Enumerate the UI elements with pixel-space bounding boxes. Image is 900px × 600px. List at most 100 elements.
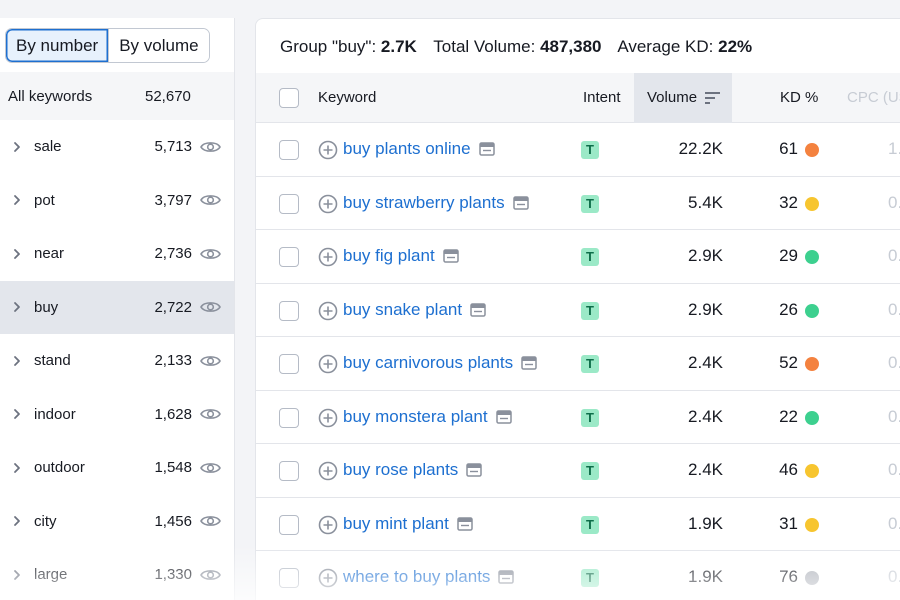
cpc-column-header[interactable]: CPC (US bbox=[847, 73, 900, 123]
keyword-link[interactable]: buy strawberry plants bbox=[343, 193, 529, 213]
table-header: Keyword Intent Volume KD % CPC (US bbox=[256, 73, 900, 123]
serp-preview-icon[interactable] bbox=[466, 463, 483, 477]
eye-icon[interactable] bbox=[200, 568, 221, 582]
group-name: city bbox=[34, 512, 57, 530]
group-item-stand[interactable]: stand 2,133 bbox=[0, 334, 234, 388]
kd-column-header[interactable]: KD % bbox=[780, 73, 818, 123]
add-keyword-icon[interactable] bbox=[318, 354, 338, 374]
volume-column-label: Volume bbox=[647, 89, 698, 106]
keyword-link[interactable]: buy snake plant bbox=[343, 300, 486, 320]
group-count: 1,330 bbox=[154, 566, 192, 584]
keyword-column-header[interactable]: Keyword bbox=[318, 73, 376, 123]
cpc-value: 0. bbox=[888, 513, 900, 533]
average-kd-value: 22% bbox=[718, 37, 753, 56]
serp-preview-icon[interactable] bbox=[498, 570, 515, 584]
chevron-right-icon[interactable] bbox=[11, 248, 23, 260]
chevron-right-icon[interactable] bbox=[11, 194, 23, 206]
row-checkbox[interactable] bbox=[279, 407, 299, 428]
eye-icon[interactable] bbox=[200, 247, 221, 261]
add-keyword-icon[interactable] bbox=[318, 408, 338, 428]
serp-preview-icon[interactable] bbox=[457, 516, 473, 531]
row-checkbox[interactable] bbox=[279, 514, 299, 535]
group-item-buy[interactable]: buy 2,722 bbox=[0, 280, 234, 334]
keyword-link[interactable]: buy fig plant bbox=[343, 246, 459, 266]
group-count: 2,736 bbox=[154, 245, 192, 263]
keyword-link[interactable]: buy plants online bbox=[343, 139, 495, 159]
average-kd-label: Average KD: bbox=[617, 37, 714, 56]
chevron-right-icon[interactable] bbox=[11, 515, 23, 527]
chevron-right-icon[interactable] bbox=[11, 408, 23, 420]
kd-value: 22 bbox=[779, 406, 798, 426]
kd-difficulty-dot bbox=[805, 357, 819, 371]
eye-icon[interactable] bbox=[200, 193, 221, 207]
select-all-checkbox[interactable] bbox=[279, 88, 299, 108]
add-keyword-icon[interactable] bbox=[318, 194, 338, 214]
eye-icon[interactable] bbox=[200, 140, 221, 154]
serp-preview-icon[interactable] bbox=[512, 195, 529, 210]
group-count: 2,133 bbox=[154, 352, 192, 370]
all-keywords-row[interactable]: All keywords 52,670 bbox=[0, 72, 234, 120]
serp-preview-icon[interactable] bbox=[478, 142, 495, 156]
add-keyword-icon[interactable] bbox=[318, 461, 338, 481]
keyword-text: buy strawberry plants bbox=[343, 192, 505, 212]
kd-value: 76 bbox=[779, 567, 798, 586]
add-keyword-icon[interactable] bbox=[318, 140, 338, 160]
total-volume-label: Total Volume: bbox=[433, 37, 536, 56]
group-item-pot[interactable]: pot 3,797 bbox=[0, 174, 234, 228]
row-checkbox[interactable] bbox=[279, 247, 299, 267]
chevron-right-icon[interactable] bbox=[11, 569, 23, 581]
row-checkbox[interactable] bbox=[279, 568, 299, 588]
serp-preview-icon[interactable] bbox=[442, 249, 459, 263]
group-item-large[interactable]: large 1,330 bbox=[0, 548, 234, 600]
group-item-near[interactable]: near 2,736 bbox=[0, 227, 234, 281]
kd-value: 31 bbox=[779, 513, 798, 533]
kd-value: 26 bbox=[779, 299, 798, 319]
keyword-text: buy plants online bbox=[343, 139, 471, 158]
by-volume-button[interactable]: By volume bbox=[108, 29, 209, 62]
cpc-value: 0. bbox=[888, 192, 900, 212]
row-checkbox[interactable] bbox=[279, 461, 299, 481]
add-keyword-icon[interactable] bbox=[318, 568, 338, 588]
keyword-link[interactable]: buy monstera plant bbox=[343, 407, 512, 427]
volume-column-header[interactable]: Volume bbox=[634, 73, 732, 123]
chevron-right-icon[interactable] bbox=[11, 301, 23, 313]
eye-icon[interactable] bbox=[200, 461, 221, 475]
intent-column-header[interactable]: Intent bbox=[583, 73, 621, 123]
group-name: outdoor bbox=[34, 459, 85, 477]
by-number-button[interactable]: By number bbox=[6, 29, 109, 62]
eye-icon[interactable] bbox=[200, 514, 221, 528]
table-row: buy strawberry plants T 5.4K 32 0. bbox=[256, 177, 900, 230]
kd-value: 46 bbox=[779, 460, 798, 479]
row-checkbox[interactable] bbox=[279, 354, 299, 374]
serp-preview-icon[interactable] bbox=[495, 409, 512, 424]
cpc-value: 0. bbox=[888, 406, 900, 426]
group-item-outdoor[interactable]: outdoor 1,548 bbox=[0, 441, 234, 495]
kd-difficulty-dot bbox=[805, 410, 819, 425]
serp-preview-icon[interactable] bbox=[470, 302, 486, 317]
keyword-link[interactable]: buy carnivorous plants bbox=[343, 353, 537, 373]
total-volume-value: 487,380 bbox=[540, 37, 602, 56]
row-checkbox[interactable] bbox=[279, 193, 299, 214]
chevron-right-icon[interactable] bbox=[11, 355, 23, 367]
group-item-city[interactable]: city 1,456 bbox=[0, 495, 234, 549]
chevron-right-icon[interactable] bbox=[11, 141, 23, 153]
row-checkbox[interactable] bbox=[279, 300, 299, 321]
add-keyword-icon[interactable] bbox=[318, 515, 338, 535]
keyword-link[interactable]: buy mint plant bbox=[343, 514, 473, 534]
group-count: 5,713 bbox=[154, 138, 192, 156]
add-keyword-icon[interactable] bbox=[318, 247, 338, 267]
keyword-text: buy carnivorous plants bbox=[343, 353, 514, 372]
eye-icon[interactable] bbox=[200, 407, 221, 421]
keyword-link[interactable]: buy rose plants bbox=[343, 460, 483, 480]
add-keyword-icon[interactable] bbox=[318, 301, 338, 321]
group-item-sale[interactable]: sale 5,713 bbox=[0, 120, 234, 174]
keyword-link[interactable]: where to buy plants bbox=[343, 567, 515, 587]
chevron-right-icon[interactable] bbox=[11, 462, 23, 474]
row-checkbox[interactable] bbox=[279, 140, 299, 160]
eye-icon[interactable] bbox=[200, 354, 221, 368]
serp-preview-icon[interactable] bbox=[521, 356, 537, 370]
table-row: buy mint plant T 1.9K 31 0. bbox=[256, 498, 900, 551]
eye-icon[interactable] bbox=[200, 300, 221, 314]
intent-badge: T bbox=[581, 248, 599, 266]
group-item-indoor[interactable]: indoor 1,628 bbox=[0, 388, 234, 442]
